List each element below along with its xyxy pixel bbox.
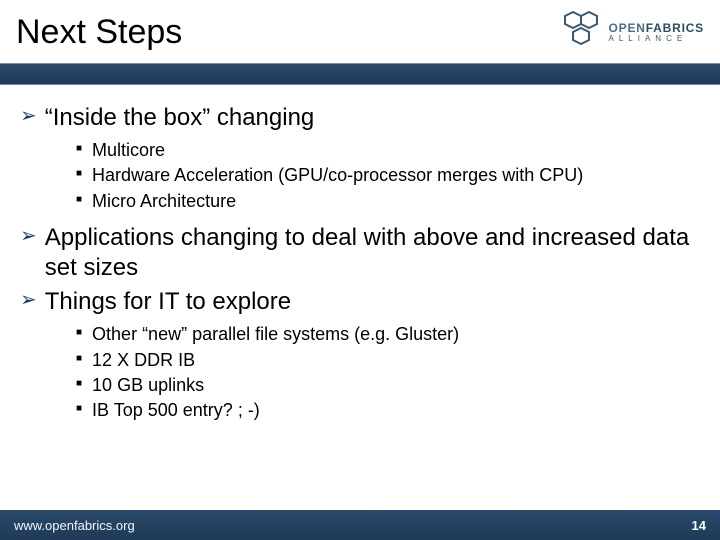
header-band [0,63,720,85]
square-bullet-icon: ■ [76,190,82,210]
footer-bar: www.openfabrics.org 14 [0,510,720,540]
bullet-text: Applications changing to deal with above… [45,223,700,283]
logo-word-open: OPEN [609,21,646,35]
bullet-level1: ➢ Applications changing to deal with abo… [20,223,700,283]
bullet-level1: ➢ Things for IT to explore [20,287,700,317]
hex-logo-icon [559,10,603,55]
square-bullet-icon: ■ [76,399,82,419]
sublist: ■ Other “new” parallel file systems (e.g… [76,323,700,423]
logo-line1: OPENFABRICS [609,22,705,34]
logo-line2: ALLIANCE [609,35,705,43]
bullet-text: Hardware Acceleration (GPU/co-processor … [92,164,583,187]
bullet-text: 12 X DDR IB [92,349,195,372]
square-bullet-icon: ■ [76,139,82,159]
bullet-text: 10 GB uplinks [92,374,204,397]
footer-url: www.openfabrics.org [14,518,135,533]
bullet-level2: ■ IB Top 500 entry? ; -) [76,399,700,422]
bullet-text: IB Top 500 entry? ; -) [92,399,260,422]
logo-text: OPENFABRICS ALLIANCE [609,22,705,43]
bullet-text: Micro Architecture [92,190,236,213]
logo-word-fabrics: FABRICS [646,21,704,35]
bullet-level2: ■ Other “new” parallel file systems (e.g… [76,323,700,346]
content-area: ➢ “Inside the box” changing ■ Multicore … [0,85,720,540]
bullet-text: Other “new” parallel file systems (e.g. … [92,323,459,346]
bullet-level2: ■ Hardware Acceleration (GPU/co-processo… [76,164,700,187]
slide: Next Steps OPENFABRICS ALLIANCE [0,0,720,540]
header: Next Steps OPENFABRICS ALLIANCE [0,0,720,59]
square-bullet-icon: ■ [76,164,82,184]
bullet-level1: ➢ “Inside the box” changing [20,103,700,133]
bullet-level2: ■ Micro Architecture [76,190,700,213]
openfabrics-logo: OPENFABRICS ALLIANCE [559,10,705,55]
bullet-text: Things for IT to explore [45,287,291,317]
arrow-bullet-icon: ➢ [20,103,37,129]
arrow-bullet-icon: ➢ [20,287,37,313]
page-number: 14 [692,518,706,533]
bullet-text: “Inside the box” changing [45,103,315,133]
bullet-text: Multicore [92,139,165,162]
arrow-bullet-icon: ➢ [20,223,37,249]
bullet-level2: ■ 10 GB uplinks [76,374,700,397]
bullet-level2: ■ Multicore [76,139,700,162]
square-bullet-icon: ■ [76,349,82,369]
slide-title: Next Steps [16,13,182,52]
bullet-level2: ■ 12 X DDR IB [76,349,700,372]
square-bullet-icon: ■ [76,374,82,394]
square-bullet-icon: ■ [76,323,82,343]
sublist: ■ Multicore ■ Hardware Acceleration (GPU… [76,139,700,213]
